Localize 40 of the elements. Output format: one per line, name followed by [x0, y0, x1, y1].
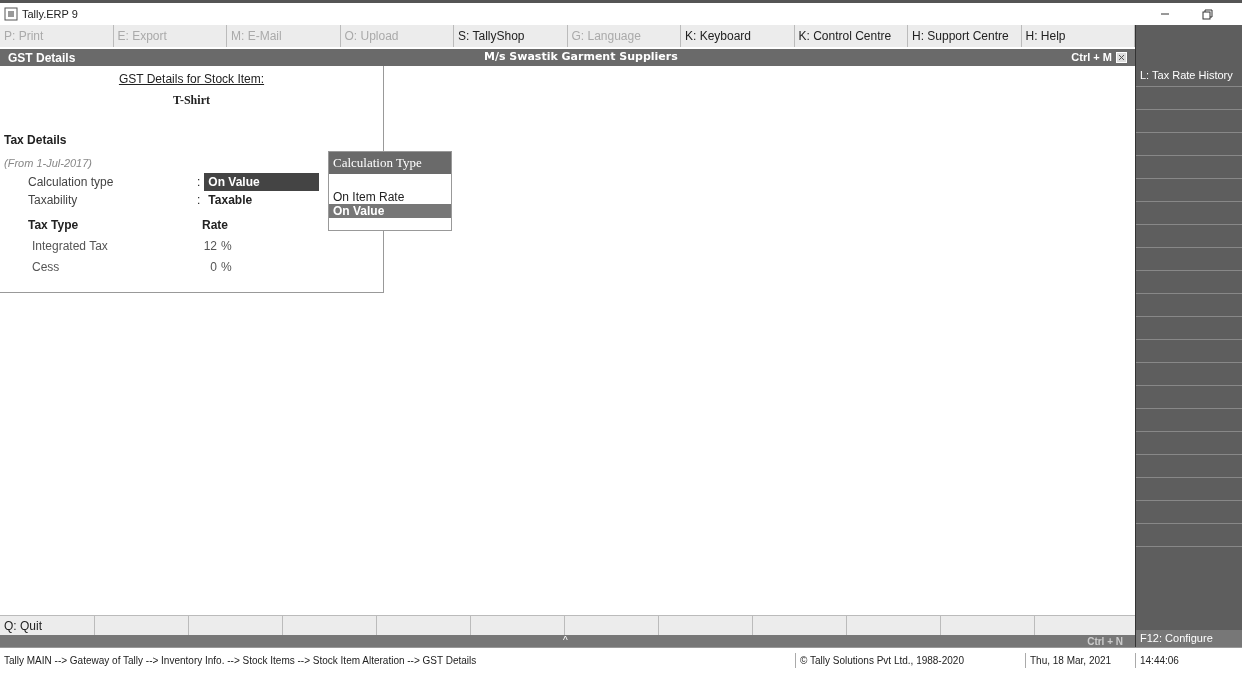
- period-label: (From 1-Jul-2017): [4, 156, 93, 171]
- percent-unit: %: [221, 237, 232, 255]
- list-item[interactable]: On Value: [329, 203, 451, 218]
- screen-title: GST Details: [8, 49, 77, 67]
- section-title: Tax Details: [4, 132, 67, 149]
- time-text: 14:44:06: [1135, 653, 1242, 668]
- field-value[interactable]: Taxable: [204, 191, 320, 209]
- tax-name: Integrated Tax: [32, 237, 109, 255]
- field-label: Taxability: [28, 192, 79, 209]
- menu-button[interactable]: H: Support Centre: [908, 25, 1022, 47]
- menu-button[interactable]: S: TallyShop: [454, 25, 568, 47]
- field-value[interactable]: On Value: [204, 173, 320, 191]
- caret-icon[interactable]: ^: [563, 636, 568, 646]
- menu-button[interactable]: K: Keyboard: [681, 25, 795, 47]
- list-title: Calculation Type: [329, 152, 451, 174]
- rate-value: 12: [202, 237, 217, 255]
- tax-name: Cess: [32, 258, 61, 276]
- breadcrumb-path: Tally MAIN --> Gateway of Tally --> Inventory Info. --> Stock Items --> Stock Item Alteration --> GST Details: [3, 654, 478, 668]
- copyright-text: © Tally Solutions Pvt Ltd., 1988-2020: [795, 653, 1025, 668]
- panel-heading: GST Details for Stock Item:: [118, 71, 265, 88]
- window-title: Tally.ERP 9: [22, 6, 78, 22]
- colon: :: [197, 174, 201, 191]
- date-text: Thu, 18 Mar, 2021: [1025, 653, 1135, 668]
- restore-icon[interactable]: [1202, 8, 1213, 20]
- column-header: Rate: [202, 216, 228, 234]
- company-name: M/s Swastik Garment Suppliers: [484, 49, 678, 66]
- list-item[interactable]: On Item Rate: [329, 189, 451, 204]
- close-icon[interactable]: [1116, 52, 1127, 63]
- menu-button[interactable]: K: Control Centre: [794, 25, 908, 47]
- rate-value: 0: [209, 258, 217, 276]
- configure-button[interactable]: F12: Configure: [1136, 630, 1242, 647]
- side-button[interactable]: L: Tax Rate History: [1136, 65, 1242, 87]
- colon: :: [197, 192, 201, 209]
- app-icon: [4, 7, 18, 21]
- shortcut-label: Ctrl + N: [1087, 634, 1123, 649]
- percent-unit: %: [221, 258, 232, 276]
- field-label: Calculation type: [28, 174, 115, 191]
- item-name: T-Shirt: [173, 92, 210, 109]
- shortcut-label: Ctrl + M: [1071, 50, 1112, 66]
- column-header: Tax Type: [28, 216, 80, 234]
